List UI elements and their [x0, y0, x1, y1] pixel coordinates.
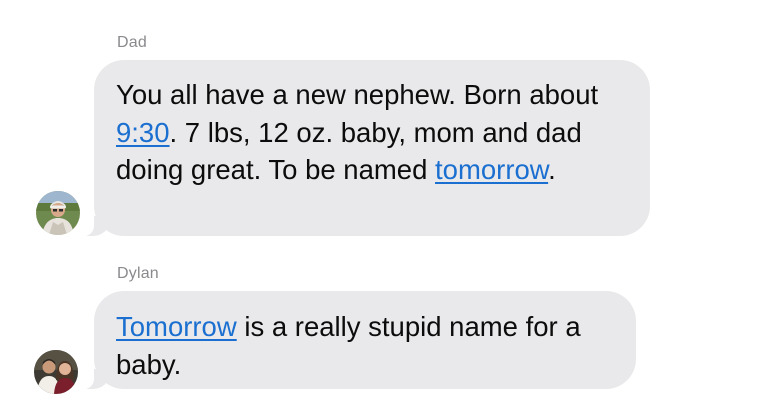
message-bubble-dad[interactable]: You all have a new nephew. Born about 9:…: [76, 60, 650, 236]
date-link[interactable]: tomorrow: [435, 154, 548, 185]
message-text-segment: .: [548, 154, 556, 185]
message-text: Tomorrow is a really stupid name for a b…: [116, 308, 616, 383]
avatar-photo-icon: [36, 191, 80, 235]
message-bubble-dylan[interactable]: Tomorrow is a really stupid name for a b…: [76, 291, 636, 389]
sender-name-dad: Dad: [117, 34, 147, 51]
avatar-photo-icon: [34, 350, 78, 394]
message-text-segment: You all have a new nephew. Born about: [116, 79, 599, 110]
message-text: You all have a new nephew. Born about 9:…: [116, 76, 630, 189]
avatar-dylan[interactable]: [34, 350, 78, 394]
time-link[interactable]: 9:30: [116, 117, 170, 148]
sender-name-dylan: Dylan: [117, 265, 159, 282]
date-link[interactable]: Tomorrow: [116, 311, 237, 342]
avatar-dad[interactable]: [36, 191, 80, 235]
